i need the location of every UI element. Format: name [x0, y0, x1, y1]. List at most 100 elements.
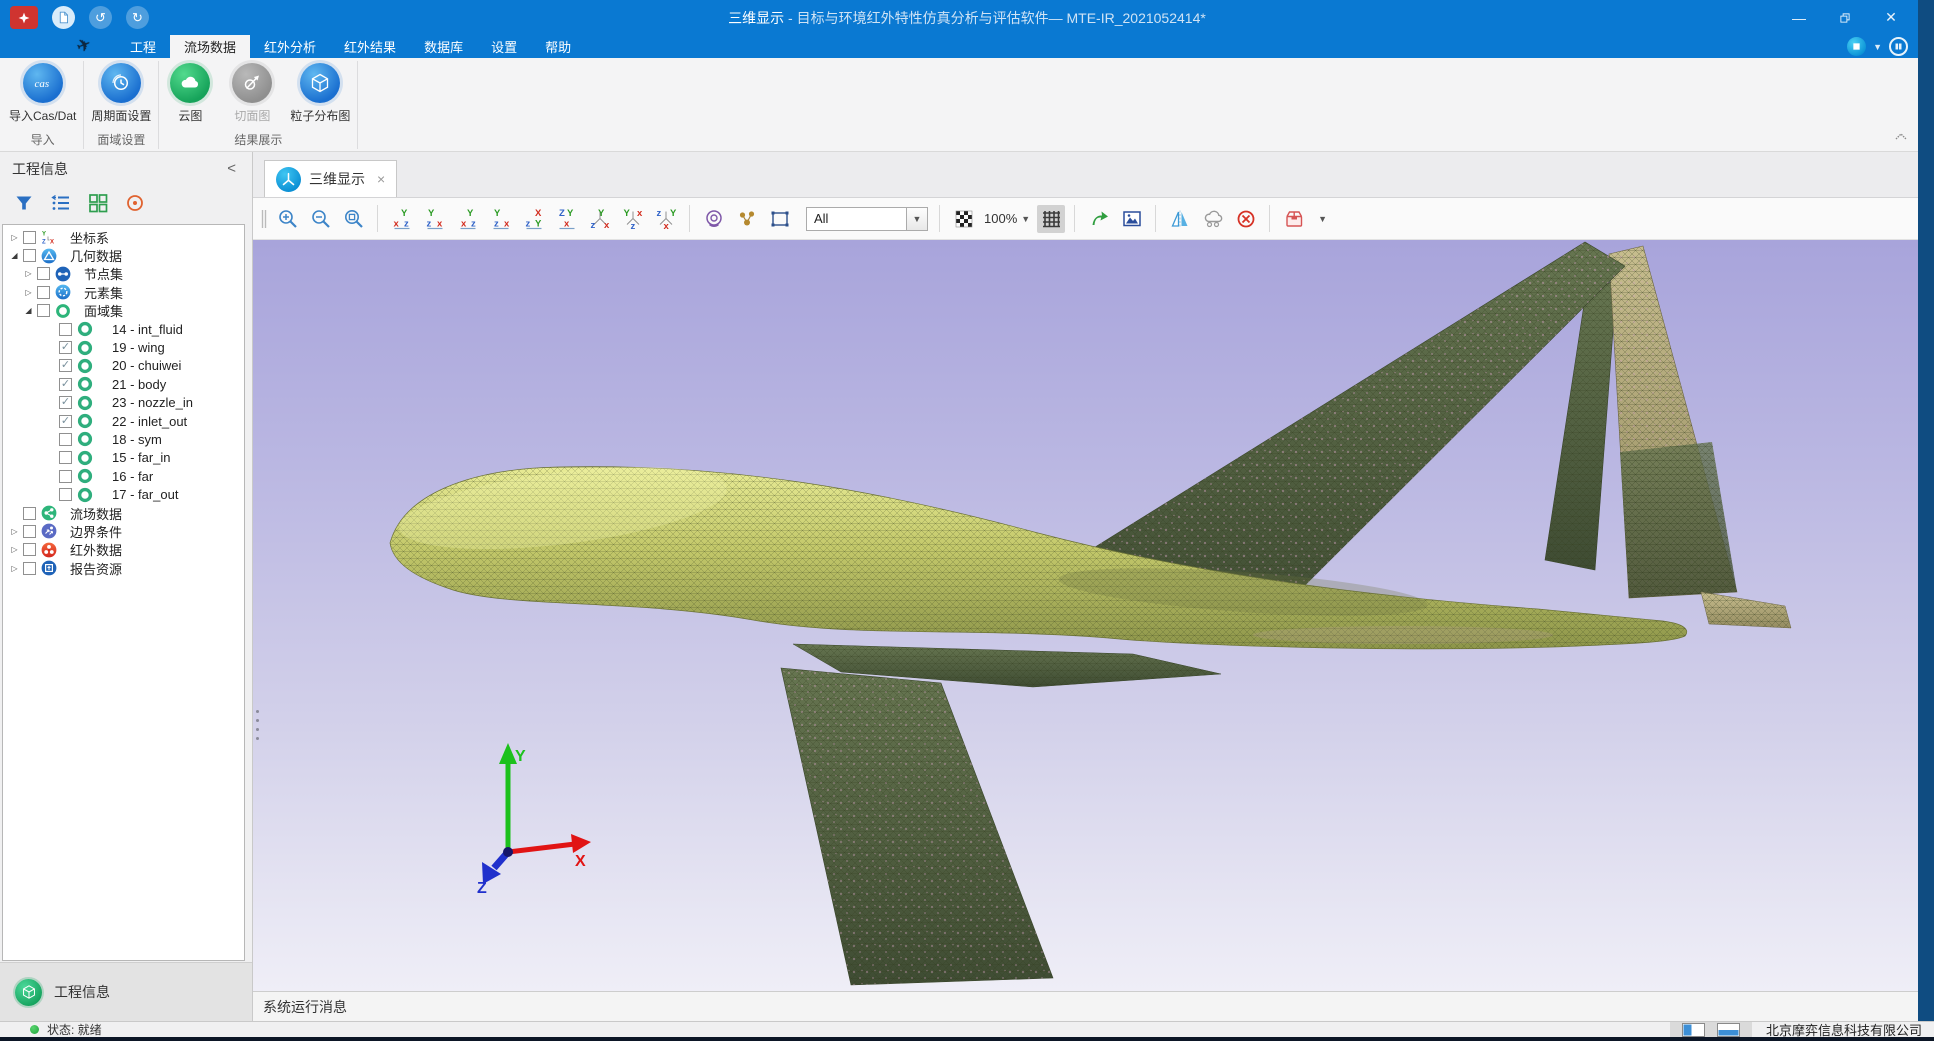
panel-splitter-handle[interactable] — [255, 710, 259, 750]
tree-checkbox[interactable] — [37, 267, 50, 280]
tab-3d-display[interactable]: 三维显示 × — [264, 160, 397, 197]
tree-checkbox[interactable]: ✓ — [59, 378, 72, 391]
tree-item-18-sym[interactable]: 18 - sym — [3, 430, 244, 448]
restore-button[interactable] — [1822, 0, 1868, 35]
tree-checkbox[interactable] — [23, 525, 36, 538]
app-menu-button[interactable] — [10, 6, 38, 29]
tree-expand-arrow[interactable]: ▷ — [8, 564, 21, 573]
tree-item-boundary-cond[interactable]: ▷边界条件 — [3, 522, 244, 540]
view-bottom-icon[interactable]: ZYx — [553, 205, 581, 233]
grid-toggle-icon[interactable] — [1037, 205, 1065, 233]
locate-icon[interactable] — [124, 192, 146, 214]
tree-item-coord-system[interactable]: ▷YZX坐标系 — [3, 228, 244, 246]
tree-checkbox[interactable] — [23, 231, 36, 244]
tree-item-20-chuiwei[interactable]: ✓20 - chuiwei — [3, 357, 244, 375]
menu-tab-project[interactable]: 工程 — [116, 35, 170, 58]
tree-expand-arrow[interactable]: ▷ — [8, 233, 21, 242]
surface-filter-select[interactable]: All▼ — [806, 207, 928, 231]
ribbon-button-cloud-map[interactable]: 云图 — [159, 58, 221, 124]
tree-checkbox[interactable] — [23, 562, 36, 575]
toolbar-grip[interactable] — [260, 207, 268, 231]
tree-checkbox[interactable] — [37, 286, 50, 299]
snapshot-icon[interactable] — [1118, 205, 1146, 233]
view-back-icon[interactable]: Yzx — [421, 205, 449, 233]
project-info-dock-tab[interactable]: 工程信息 — [0, 962, 252, 1021]
redo-button[interactable]: ↻ — [126, 6, 149, 29]
zoom-out-icon[interactable] — [307, 205, 335, 233]
zoom-fit-icon[interactable] — [340, 205, 368, 233]
tree-expand-arrow[interactable]: ▷ — [22, 288, 35, 297]
mirror-icon[interactable] — [1166, 205, 1194, 233]
tree-checkbox[interactable] — [59, 433, 72, 446]
tree-expand-arrow[interactable]: ◢ — [22, 306, 35, 315]
menubar-caret-icon[interactable]: ▼ — [1873, 42, 1882, 52]
tree-item-14-int-fluid[interactable]: 14 - int_fluid — [3, 320, 244, 338]
combo-dropdown-button[interactable]: ▼ — [906, 208, 927, 230]
tree-checkbox[interactable] — [23, 249, 36, 262]
view-front-icon[interactable]: Yxz — [388, 205, 416, 233]
menu-tab-settings[interactable]: 设置 — [477, 35, 531, 58]
menu-tab-database[interactable]: 数据库 — [410, 35, 477, 58]
tree-checkbox[interactable]: ✓ — [59, 415, 72, 428]
tree-item-report-res[interactable]: ▷报告资源 — [3, 559, 244, 577]
viewport-canvas[interactable]: Y X Z — [253, 240, 1934, 991]
close-button[interactable]: ✕ — [1868, 0, 1914, 35]
cloud-display-icon[interactable] — [1199, 205, 1227, 233]
tree-item-16-far[interactable]: 16 - far — [3, 467, 244, 485]
tree-item-17-far-out[interactable]: 17 - far_out — [3, 485, 244, 503]
ribbon-button-periodic-surface-setting[interactable]: 周期面设置 — [84, 58, 158, 124]
tree-item-21-body[interactable]: ✓21 - body — [3, 375, 244, 393]
tree-checkbox[interactable]: ✓ — [59, 359, 72, 372]
box-select-icon[interactable] — [766, 205, 794, 233]
tree-checkbox[interactable] — [23, 543, 36, 556]
menu-tab-ir-analysis[interactable]: 红外分析 — [250, 35, 330, 58]
tree-expand-arrow[interactable]: ◢ — [8, 251, 21, 260]
save-scene-icon[interactable] — [1280, 205, 1308, 233]
window-mode-button[interactable] — [1847, 37, 1866, 56]
ribbon-button-particle-distribution-map[interactable]: 粒子分布图 — [283, 58, 357, 124]
export-view-icon[interactable] — [1085, 205, 1113, 233]
grid-view-icon[interactable] — [87, 192, 109, 214]
tree-item-geometry-data[interactable]: ◢几何数据 — [3, 246, 244, 264]
tree-expand-arrow[interactable]: ▷ — [8, 527, 21, 536]
tree-checkbox[interactable]: ✓ — [59, 341, 72, 354]
new-document-button[interactable] — [52, 6, 75, 29]
view-right-icon[interactable]: Yzx — [487, 205, 515, 233]
filter-icon[interactable] — [13, 192, 35, 214]
layout-toggle-button[interactable] — [1889, 37, 1908, 56]
zoom-in-icon[interactable] — [274, 205, 302, 233]
transparency-icon[interactable] — [950, 205, 978, 233]
minimize-button[interactable]: — — [1776, 0, 1822, 35]
outline-list-icon[interactable] — [50, 192, 72, 214]
tree-checkbox[interactable] — [59, 451, 72, 464]
view-iso-xyz-icon[interactable]: Yzx — [586, 205, 614, 233]
tree-item-infrared-data[interactable]: ▷红外数据 — [3, 541, 244, 559]
save-scene-caret[interactable]: ▼ — [1314, 214, 1327, 224]
tree-item-flow-field-data[interactable]: 流场数据 — [3, 504, 244, 522]
layout-left-panel-icon[interactable] — [1682, 1023, 1705, 1037]
tree-checkbox[interactable]: ✓ — [59, 396, 72, 409]
menu-tab-ir-result[interactable]: 红外结果 — [330, 35, 410, 58]
tree-item-23-nozzle-in[interactable]: ✓23 - nozzle_in — [3, 394, 244, 412]
node-display-icon[interactable] — [733, 205, 761, 233]
layout-bottom-panel-icon[interactable] — [1717, 1023, 1740, 1037]
tree-checkbox[interactable] — [59, 470, 72, 483]
perspective-camera-icon[interactable] — [700, 205, 728, 233]
tree-checkbox[interactable] — [23, 507, 36, 520]
tree-expand-arrow[interactable]: ▷ — [22, 269, 35, 278]
tab-close-icon[interactable]: × — [377, 171, 385, 187]
view-top-icon[interactable]: XzY — [520, 205, 548, 233]
tree-checkbox[interactable] — [59, 323, 72, 336]
tree-item-surface-set[interactable]: ◢面域集 — [3, 302, 244, 320]
view-iso-yxz-icon[interactable]: Yxz — [619, 205, 647, 233]
tree-checkbox[interactable] — [37, 304, 50, 317]
tree-expand-arrow[interactable]: ▷ — [8, 545, 21, 554]
tree-item-22-inlet-out[interactable]: ✓22 - inlet_out — [3, 412, 244, 430]
tree-item-15-far-in[interactable]: 15 - far_in — [3, 449, 244, 467]
undo-button[interactable]: ↺ — [89, 6, 112, 29]
tree-item-node-set[interactable]: ▷节点集 — [3, 265, 244, 283]
tree-item-element-set[interactable]: ▷元素集 — [3, 283, 244, 301]
tree-item-19-wing[interactable]: ✓19 - wing — [3, 338, 244, 356]
cancel-icon[interactable] — [1232, 205, 1260, 233]
menu-tab-flow-data[interactable]: 流场数据 — [170, 35, 250, 58]
